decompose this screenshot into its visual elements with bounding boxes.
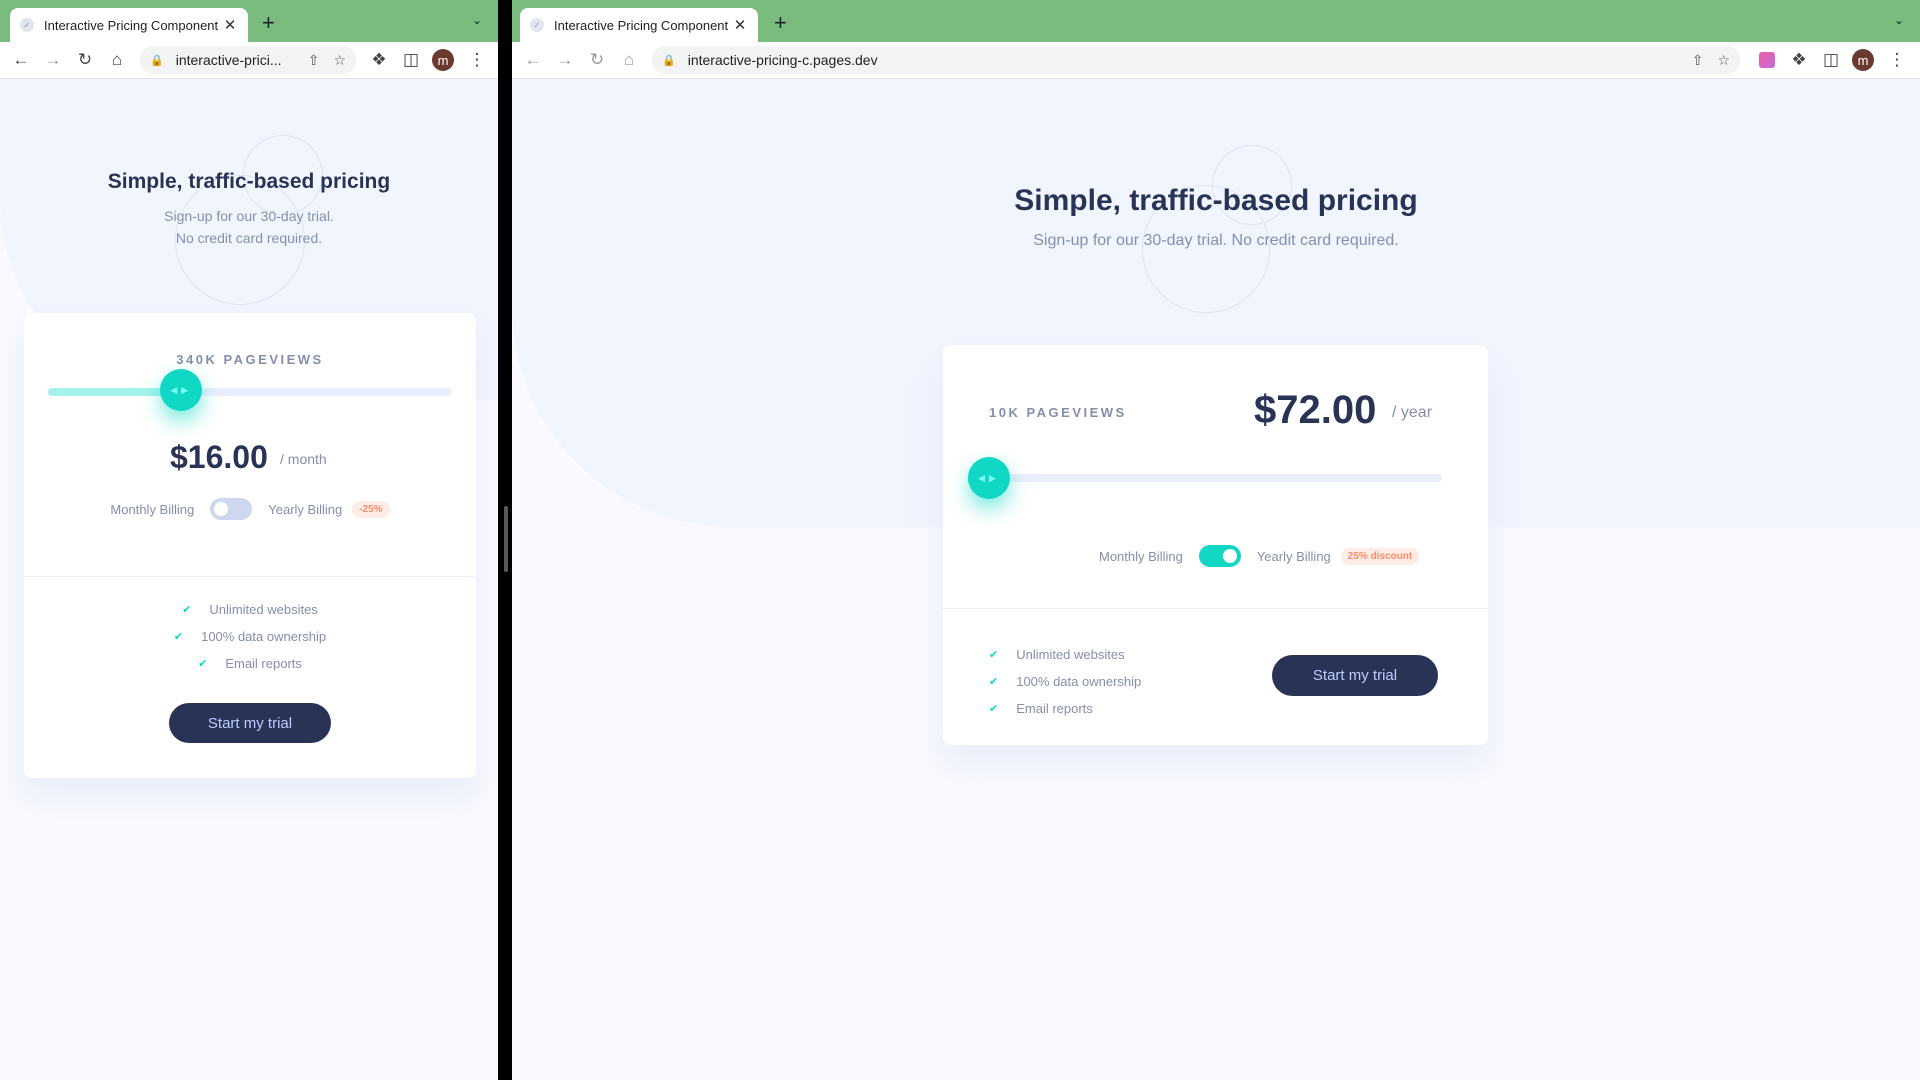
new-tab-icon[interactable]: + bbox=[262, 11, 275, 35]
avatar[interactable]: m bbox=[432, 49, 454, 71]
list-item: ✔ 100% data ownership bbox=[989, 674, 1142, 689]
kebab-menu-icon[interactable]: ⋮ bbox=[468, 50, 486, 69]
pageviews-slider-track[interactable] bbox=[48, 388, 452, 396]
billing-toggle-row: Monthly Billing Yearly Billing -25% bbox=[24, 498, 476, 520]
pageviews-label: 340K PAGEVIEWS bbox=[176, 352, 324, 367]
arrow-left-icon[interactable]: ← bbox=[524, 50, 542, 69]
list-item: ✔ Email reports bbox=[198, 656, 302, 671]
browser-window-right: ✓ Interactive Pricing Component ✕ + ⌄ ← … bbox=[512, 0, 1920, 1080]
check-icon: ✔ bbox=[989, 703, 999, 715]
features-list: ✔ Unlimited websites ✔ 100% data ownership… bbox=[24, 596, 476, 677]
star-icon[interactable]: ☆ bbox=[333, 52, 346, 69]
pricing-card: 10K PAGEVIEWS $72.00 / year ◀▶ Monthly B… bbox=[943, 345, 1488, 745]
close-tab-icon[interactable]: ✕ bbox=[732, 16, 748, 34]
close-tab-icon[interactable]: ✕ bbox=[222, 16, 238, 34]
kebab-menu-icon[interactable]: ⋮ bbox=[1888, 50, 1906, 69]
yearly-billing-label: Yearly Billing bbox=[268, 501, 343, 517]
url-text: interactive-pricing-c.pages.dev bbox=[687, 52, 878, 68]
arrow-left-icon[interactable]: ← bbox=[12, 50, 30, 69]
sidepanel-icon[interactable]: ◫ bbox=[1822, 50, 1840, 69]
browser-tab[interactable]: ✓ Interactive Pricing Component ✕ bbox=[10, 8, 248, 42]
pageviews-slider-thumb[interactable]: ◀▶ bbox=[968, 457, 1010, 499]
check-icon: ✔ bbox=[173, 631, 184, 643]
billing-toggle[interactable] bbox=[1198, 545, 1241, 567]
billing-toggle[interactable] bbox=[210, 498, 253, 520]
arrow-right-icon[interactable]: → bbox=[556, 50, 574, 69]
favicon-icon: ✓ bbox=[20, 18, 34, 32]
star-icon[interactable]: ☆ bbox=[1717, 52, 1730, 69]
new-tab-icon[interactable]: + bbox=[774, 11, 787, 35]
home-icon[interactable]: ⌂ bbox=[108, 50, 126, 69]
list-item: ✔ 100% data ownership bbox=[173, 629, 327, 644]
pageviews-label: 10K PAGEVIEWS bbox=[989, 405, 1127, 420]
sidepanel-icon[interactable]: ◫ bbox=[402, 50, 420, 69]
lock-icon[interactable]: 🔒 bbox=[150, 54, 164, 67]
tab-title: Interactive Pricing Component bbox=[44, 17, 219, 33]
features-list: ✔ Unlimited websites ✔ 100% data ownership… bbox=[989, 641, 1141, 722]
address-bar[interactable]: 🔒 interactive-prici... ⇧ ☆ bbox=[140, 46, 356, 74]
page-title: Simple, traffic-based pricing bbox=[107, 170, 391, 193]
reload-icon[interactable]: ↻ bbox=[588, 50, 606, 69]
check-icon: ✔ bbox=[182, 604, 192, 616]
share-icon[interactable]: ⇧ bbox=[1692, 52, 1704, 69]
discount-badge: 25% discount bbox=[1340, 547, 1420, 565]
address-bar[interactable]: 🔒 interactive-pricing-c.pages.dev ⇧ ☆ bbox=[652, 46, 1740, 74]
home-icon[interactable]: ⌂ bbox=[620, 50, 638, 69]
favicon-icon: ✓ bbox=[530, 18, 544, 32]
yearly-billing-label: Yearly Billing bbox=[1256, 548, 1331, 564]
start-trial-button[interactable]: Start my trial bbox=[1272, 655, 1438, 696]
puzzle-icon[interactable]: ❖ bbox=[370, 50, 388, 69]
url-text: interactive-prici... bbox=[175, 52, 282, 68]
price-period: / year bbox=[1392, 404, 1433, 421]
pricing-card: 340K PAGEVIEWS ◀▶ $16.00 / month Monthly… bbox=[24, 313, 476, 778]
browser-window-left: ✓ Interactive Pricing Component ✕ + ⌄ ← … bbox=[0, 0, 498, 1080]
puzzle-icon[interactable]: ❖ bbox=[1790, 50, 1808, 69]
reload-icon[interactable]: ↻ bbox=[76, 50, 94, 69]
split-resize-handle[interactable] bbox=[504, 506, 508, 572]
check-icon: ✔ bbox=[989, 676, 999, 688]
tab-strip: ✓ Interactive Pricing Component ✕ + ⌄ bbox=[512, 0, 1920, 42]
share-icon[interactable]: ⇧ bbox=[308, 52, 320, 69]
page-content: Simple, traffic-based pricing Sign-up fo… bbox=[0, 80, 498, 1080]
page-subtitle: Sign-up for our 30-day trial. No credit … bbox=[164, 208, 334, 246]
pageviews-slider-thumb[interactable]: ◀▶ bbox=[160, 369, 203, 411]
page-subtitle: Sign-up for our 30-day trial. No credit … bbox=[1033, 232, 1399, 249]
pageviews-slider-track[interactable] bbox=[989, 474, 1442, 482]
list-item: ✔ Unlimited websites bbox=[989, 647, 1125, 662]
start-trial-button[interactable]: Start my trial bbox=[169, 703, 331, 743]
discount-badge: -25% bbox=[352, 500, 390, 518]
divider bbox=[24, 576, 476, 577]
avatar[interactable]: m bbox=[1852, 49, 1874, 71]
tab-search-icon[interactable]: ⌄ bbox=[1894, 13, 1904, 27]
browser-toolbar: ← → ↻ ⌂ 🔒 interactive-prici... ⇧ ☆ ❖ ◫ m… bbox=[0, 42, 498, 79]
check-icon: ✔ bbox=[989, 649, 999, 661]
billing-toggle-row: Monthly Billing Yearly Billing 25% disco… bbox=[1099, 545, 1420, 567]
check-icon: ✔ bbox=[198, 658, 208, 670]
screen: ✓ Interactive Pricing Component ✕ + ⌄ ← … bbox=[0, 0, 1920, 1080]
arrow-right-icon[interactable]: → bbox=[44, 50, 62, 69]
extension-icon[interactable] bbox=[1758, 51, 1776, 69]
page-content: Simple, traffic-based pricing Sign-up fo… bbox=[512, 80, 1920, 1080]
divider bbox=[943, 608, 1488, 609]
price-amount: $72.00 bbox=[1254, 388, 1377, 432]
tab-title: Interactive Pricing Component bbox=[554, 17, 729, 33]
lock-icon[interactable]: 🔒 bbox=[662, 54, 676, 67]
tab-search-icon[interactable]: ⌄ bbox=[472, 13, 482, 27]
monthly-billing-label: Monthly Billing bbox=[1099, 548, 1183, 564]
page-title: Simple, traffic-based pricing bbox=[1014, 184, 1418, 217]
list-item: ✔ Unlimited websites bbox=[182, 602, 318, 617]
list-item: ✔ Email reports bbox=[989, 701, 1093, 716]
monthly-billing-label: Monthly Billing bbox=[110, 501, 195, 517]
price-amount: $16.00 bbox=[170, 439, 268, 475]
tab-strip: ✓ Interactive Pricing Component ✕ + ⌄ bbox=[0, 0, 498, 42]
browser-tab[interactable]: ✓ Interactive Pricing Component ✕ bbox=[520, 8, 758, 42]
price-period: / month bbox=[280, 451, 327, 467]
browser-toolbar: ← → ↻ ⌂ 🔒 interactive-pricing-c.pages.de… bbox=[512, 42, 1920, 79]
